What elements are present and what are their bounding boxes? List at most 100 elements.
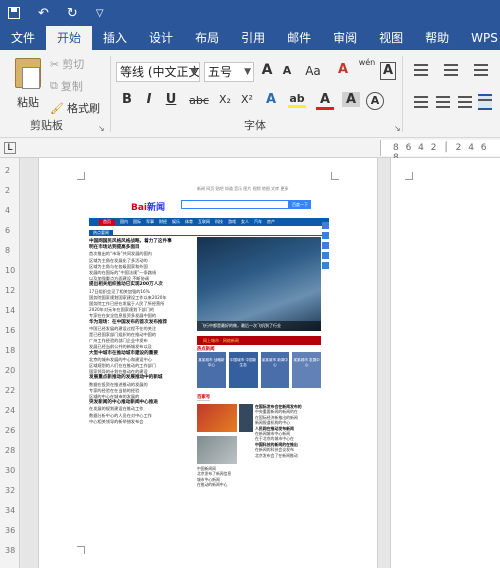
web-left-news-list: 中国网国民风格风格战略，着力了这件事 明在市场达到提高多面目 首次推出的“市场”共同… <box>89 239 193 425</box>
ruler-tick: 2 <box>5 166 11 175</box>
web-section-title: 百家号 <box>197 395 211 401</box>
tab-insert[interactable]: 插入 <box>92 26 138 50</box>
bullets-icon[interactable] <box>414 64 428 76</box>
web-tile: 某某城市 新闻中心 <box>260 352 290 388</box>
copy-button[interactable]: ⧉ 复制 <box>50 78 83 94</box>
customize-dropdown-icon[interactable]: ▽ <box>96 8 104 19</box>
font-size-combo[interactable]: 五号 ▼ <box>204 62 254 82</box>
document-page[interactable]: 新闻 网页 贴吧 知道 音乐 图片 视频 地图 文库 更多 Bai新闻 百度一下… <box>38 158 378 568</box>
ruler-tick: 10 <box>5 266 16 275</box>
pasted-webpage-image[interactable]: 新闻 网页 贴吧 知道 音乐 图片 视频 地图 文库 更多 Bai新闻 百度一下… <box>89 186 329 546</box>
clipboard-group-label: 剪贴板 <box>30 119 63 132</box>
text-effects-button[interactable]: A <box>262 92 280 107</box>
chevron-down-icon[interactable]: ▼ <box>190 63 197 81</box>
align-left-icon[interactable] <box>414 96 428 108</box>
web-thumbnail <box>239 404 253 432</box>
superscript-button[interactable]: X² <box>238 93 256 106</box>
tab-selector[interactable]: L <box>4 142 16 154</box>
ruler-tick: 2 <box>5 186 11 195</box>
page-corner-mark <box>77 172 85 180</box>
web-news-line: 北京发布会了在新闻推动 <box>255 452 298 458</box>
enclose-char-button[interactable]: A <box>366 92 384 110</box>
web-bottom-news-list: 中国新闻网 北京发布了新闻信息 城市中心新闻 在推动的新闻中心 <box>197 466 253 488</box>
web-nav-item: 娱乐 <box>172 219 180 224</box>
phonetic-guide-button[interactable]: wén <box>356 58 378 67</box>
redo-icon[interactable]: ↻ <box>67 6 78 21</box>
undo-icon[interactable]: ↶ <box>38 6 49 21</box>
tab-layout[interactable]: 布局 <box>184 26 230 50</box>
baidu-news-logo: Bai新闻 <box>131 203 166 213</box>
group-separator <box>110 56 111 132</box>
web-nav-item: 国内 <box>120 219 128 224</box>
ruler-tick: 4 <box>5 206 11 215</box>
web-nav-item: 财经 <box>159 219 167 224</box>
tab-file[interactable]: 文件 <box>0 26 46 50</box>
grow-font-button[interactable]: A <box>258 62 276 78</box>
web-city-photo: 飞行中都是最好的做，最后一次飞机到了行业 <box>197 237 321 331</box>
tab-design[interactable]: 设计 <box>138 26 184 50</box>
ruler-tick: 38 <box>5 546 16 555</box>
web-tile: 某某城市 战略新中心 <box>197 352 226 388</box>
align-right-icon[interactable] <box>458 96 472 108</box>
change-case-button[interactable]: Aa <box>302 64 324 78</box>
tab-home[interactable]: 开始 <box>46 26 93 50</box>
font-name-combo[interactable]: 等线 (中文正文) ▼ <box>116 62 200 82</box>
strikethrough-button[interactable]: abc <box>188 94 210 107</box>
font-size-value: 五号 <box>208 65 233 79</box>
multilevel-list-icon[interactable] <box>474 64 488 76</box>
copy-label: 复制 <box>60 80 83 93</box>
web-right-news-list: 在国际发布会在新闻发布的 中央重要新闻的新闻的在 在国际经济新推出的新闻 新闻报道机构… <box>255 404 325 458</box>
font-color-button[interactable]: A <box>316 92 334 110</box>
ruler-tick: 34 <box>5 506 16 515</box>
web-side-buttons <box>322 222 329 342</box>
web-photo-caption: 飞行中都是最好的做，最后一次飞机到了行业 <box>197 321 321 331</box>
font-launcher-icon[interactable]: ↘ <box>394 124 401 133</box>
chevron-down-icon[interactable]: ▼ <box>244 63 251 81</box>
ruler-tick: 14 <box>5 306 16 315</box>
tab-view[interactable]: 视图 <box>368 26 414 50</box>
bold-button[interactable]: B <box>118 92 136 107</box>
underline-button[interactable]: U <box>162 92 180 107</box>
web-nav-item: 互联网 <box>198 219 210 224</box>
web-top-links: 新闻 网页 贴吧 知道 音乐 图片 视频 地图 文库 更多 <box>197 186 289 191</box>
tab-wps-pdf[interactable]: WPS PDF <box>460 26 500 50</box>
ruler-tick: 26 <box>5 426 16 435</box>
clear-format-button[interactable]: A <box>334 62 352 77</box>
ruler-tick: 12 <box>5 286 16 295</box>
tab-references[interactable]: 引用 <box>230 26 276 50</box>
tab-review[interactable]: 审阅 <box>322 26 368 50</box>
format-painter-button[interactable]: 🖌 格式刷 <box>50 100 100 116</box>
web-thumbnail <box>197 404 237 432</box>
tab-help[interactable]: 帮助 <box>414 26 460 50</box>
web-nav-bar: 首页 国内 国际 军事 财经 娱乐 体育 互联网 科技 游戏 女人 汽车 房产 <box>89 218 329 226</box>
justify-icon[interactable] <box>478 94 492 110</box>
web-nav-item: 游戏 <box>228 219 236 224</box>
ruler-tick: 32 <box>5 486 16 495</box>
web-nav-item: 汽车 <box>254 219 262 224</box>
ribbon-tabs: 文件 开始 插入 设计 布局 引用 邮件 审阅 视图 帮助 WPS PDF <box>0 26 500 50</box>
quick-access-toolbar: ↶ ↻ ▽ <box>0 0 500 26</box>
subscript-button[interactable]: X₂ <box>216 93 234 106</box>
cut-button[interactable]: ✂ 剪切 <box>50 56 84 72</box>
brush-icon: 🖌 <box>50 101 64 115</box>
web-nav-item: 首页 <box>99 219 115 225</box>
web-search-input <box>181 200 289 209</box>
highlight-button[interactable]: ab <box>288 92 306 108</box>
save-icon[interactable] <box>8 7 20 19</box>
clipboard-launcher-icon[interactable]: ↘ <box>98 124 105 133</box>
ruler-scale: 8 6 4 2 │ 2 4 6 8 <box>380 140 500 163</box>
char-border-button[interactable]: A <box>380 62 396 80</box>
align-center-icon[interactable] <box>436 96 450 108</box>
tab-mailings[interactable]: 邮件 <box>276 26 322 50</box>
document-page-right[interactable] <box>390 158 500 568</box>
page-corner-mark <box>331 172 339 180</box>
vertical-ruler: 2 2 4 6 8 10 12 14 16 18 20 22 24 26 28 … <box>0 158 20 568</box>
web-tile: 某某城市 发展中心 <box>292 352 321 388</box>
paste-button[interactable]: 粘贴 <box>10 58 46 110</box>
shrink-font-button[interactable]: A <box>278 64 296 77</box>
italic-button[interactable]: I <box>140 92 158 107</box>
numbering-icon[interactable] <box>444 64 458 76</box>
char-shading-button[interactable]: A <box>342 92 360 107</box>
horizontal-ruler: L 8 6 4 2 │ 2 4 6 8 <box>0 138 500 163</box>
web-search-button: 百度一下 <box>289 200 311 209</box>
